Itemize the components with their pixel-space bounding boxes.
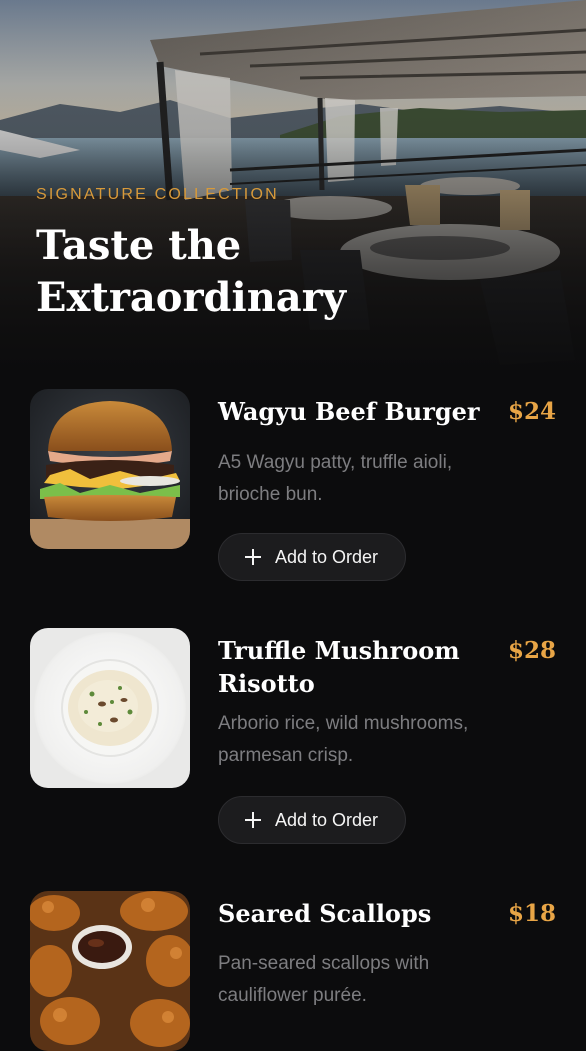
risotto-photo (30, 628, 190, 788)
item-price: $18 (507, 900, 556, 927)
hero-title: Taste the Extraordinary (36, 222, 347, 321)
menu-item: Seared Scallops $18 Pan-seared scallops … (30, 891, 560, 1051)
burger-photo (30, 389, 190, 549)
add-to-order-button[interactable]: Add to Order (218, 533, 406, 581)
item-image[interactable] (30, 891, 190, 1051)
item-price: $24 (507, 398, 556, 425)
add-to-order-label: Add to Order (275, 809, 379, 830)
item-price: $28 (507, 637, 556, 664)
plus-icon (245, 549, 261, 565)
item-description: Pan-seared scallops with cauliflower pur… (218, 953, 430, 1006)
hero-banner: SIGNATURE COLLECTION Taste the Extraordi… (0, 0, 586, 380)
item-description: A5 Wagyu patty, truffle aioli, brioche b… (218, 452, 453, 505)
item-description: Arborio rice, wild mushrooms, parmesan c… (218, 713, 469, 766)
add-to-order-label: Add to Order (275, 546, 379, 567)
plus-icon (245, 812, 261, 828)
add-to-order-button[interactable]: Add to Order (218, 796, 406, 844)
item-name: Truffle Mushroom Risotto (218, 636, 460, 698)
item-name: Seared Scallops (218, 899, 432, 928)
item-name: Wagyu Beef Burger (218, 397, 480, 426)
item-image[interactable] (30, 389, 190, 549)
hero-eyebrow: SIGNATURE COLLECTION (36, 186, 279, 203)
fried-dish-photo (30, 891, 190, 1051)
item-image[interactable] (30, 628, 190, 788)
menu-item: Wagyu Beef Burger $24 A5 Wagyu patty, tr… (30, 389, 560, 589)
menu-item: Truffle Mushroom Risotto $28 Arborio ric… (30, 628, 560, 848)
